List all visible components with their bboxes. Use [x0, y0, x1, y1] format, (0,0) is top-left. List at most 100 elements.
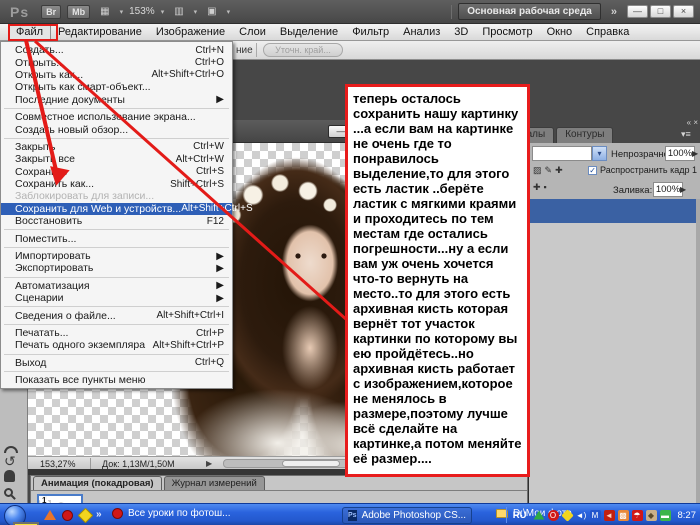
file-menu-item[interactable]: Печать одного экземпляра Alt+Shift+Ctrl+P [1, 339, 232, 351]
menu-separator [4, 306, 229, 308]
blend-mode-select[interactable] [532, 146, 592, 161]
tab-Контуры[interactable]: Контуры [556, 127, 614, 143]
red-circle-icon [62, 510, 73, 521]
file-menu-item[interactable]: Экспортировать ▶ [1, 262, 232, 274]
file-menu-item[interactable]: Создать... Ctrl+N [1, 44, 232, 56]
horn-tray-icon[interactable]: ◄ [603, 509, 615, 521]
menu-separator [4, 246, 229, 248]
lock-all-icon[interactable]: ▪ [544, 182, 547, 193]
quicklaunch-fire-icon[interactable] [44, 510, 56, 522]
file-menu-item[interactable]: Сохранить Ctrl+S [1, 166, 232, 178]
task-lessons[interactable]: Все уроки по фотош... [112, 508, 230, 519]
task-photoshop[interactable]: Ps Adobe Photoshop CS... [342, 507, 472, 524]
menu-item-Справка[interactable]: Справка [579, 25, 636, 39]
file-menu-item[interactable]: Печатать... Ctrl+P [1, 327, 232, 339]
arrange-documents-icon[interactable]: ▥ [170, 4, 187, 19]
quicklaunch-opera-icon[interactable] [62, 510, 74, 522]
diamond-tray-icon[interactable] [560, 508, 574, 522]
bridge-button[interactable]: Br [41, 4, 62, 19]
opera-tray-icon[interactable]: O [547, 509, 559, 521]
layers-list-area[interactable] [529, 223, 697, 525]
file-menu-item[interactable]: Открыть... Ctrl+O [1, 56, 232, 69]
graphics-tray-icon[interactable] [533, 510, 544, 519]
fill-value[interactable]: 100% [653, 182, 683, 197]
menu-item-Редактирование[interactable]: Редактирование [51, 25, 149, 39]
workspace-button[interactable]: Основная рабочая среда [458, 3, 601, 20]
status-tray-icon[interactable]: ▬ [659, 509, 671, 521]
file-menu-item[interactable]: Закрыть Ctrl+W [1, 141, 232, 153]
fill-slider-arrow[interactable]: ▶ [680, 185, 686, 194]
menu-item-Выделение[interactable]: Выделение [273, 25, 345, 39]
photo-tray-icon[interactable]: ▩ [617, 509, 629, 521]
file-menu-item[interactable]: Автоматизация ▶ [1, 280, 232, 292]
file-menu-item[interactable]: Показать все пункты меню [1, 374, 232, 386]
screen-mode-dropdown-icon[interactable]: ▾ [227, 8, 231, 16]
dock-header-icons: « × [658, 119, 698, 127]
file-menu-item[interactable]: Сохранить для Web и устройств... Alt+Shif… [1, 202, 253, 216]
workspace-overflow-chevron[interactable]: » [611, 6, 617, 18]
move-lock-icon[interactable]: ✚ [533, 182, 541, 193]
menu-shortcut: Ctrl+S [195, 166, 224, 178]
avira-tray-icon[interactable]: ☂ [631, 509, 643, 521]
quicklaunch-diamond-icon[interactable] [77, 507, 94, 524]
menu-item-Окно[interactable]: Окно [540, 25, 580, 39]
hand-tool-icon[interactable] [4, 470, 15, 482]
screen-mode-icon[interactable]: ▣ [203, 4, 220, 19]
language-indicator[interactable]: RU [513, 510, 527, 521]
layers-scrollbar[interactable] [696, 199, 700, 525]
view-extras-icon[interactable]: ▦ [96, 4, 113, 19]
restore-button[interactable]: □ [650, 5, 671, 18]
opacity-value[interactable]: 100% [665, 146, 695, 161]
lock-transparency-icon[interactable]: ▨ [533, 165, 542, 176]
animation-panel-tabs: Анимация (покадровая) Журнал измерений [33, 476, 265, 491]
arrange-dropdown-icon[interactable]: ▾ [194, 8, 198, 16]
volume-tray-icon[interactable]: ◄) [576, 510, 587, 521]
mini-bridge-button[interactable]: Mb [67, 4, 91, 19]
menu-item-Анализ[interactable]: Анализ [396, 25, 447, 39]
menu-shortcut: Alt+Ctrl+W [175, 153, 224, 165]
menu-item-Просмотр[interactable]: Просмотр [475, 25, 539, 39]
lock-pixels-icon[interactable]: ✎ [545, 165, 553, 176]
refine-edge-button[interactable]: Уточн. край... [263, 43, 343, 57]
file-menu-item[interactable]: Восстановить F12 [1, 215, 232, 227]
minimize-button[interactable]: — [627, 5, 648, 18]
tab-Журнал измерений[interactable]: Журнал измерений [163, 476, 265, 491]
menu-item-Фильтр[interactable]: Фильтр [345, 25, 396, 39]
dock-collapse-icon[interactable]: « [687, 118, 691, 127]
quicklaunch-chevron[interactable]: » [96, 509, 102, 520]
file-menu-item[interactable]: Импортировать ▶ [1, 250, 232, 262]
file-menu-item[interactable]: Поместить... [1, 232, 232, 245]
scrollbar-thumb[interactable] [282, 460, 340, 467]
ps-logo: Ps [10, 3, 30, 20]
file-menu-item[interactable]: Последние документы ▶ [1, 94, 232, 106]
statusbar-zoom-value[interactable]: 153,27% [40, 459, 76, 469]
zoom-dropdown-icon[interactable]: ▾ [161, 8, 165, 16]
close-button[interactable]: × [673, 5, 694, 18]
zoom-level-value[interactable]: 153% [129, 6, 155, 17]
lasso-tool-icon[interactable] [4, 446, 18, 453]
palette-tray-icon[interactable]: ◆ [645, 509, 657, 521]
menu-item-Слои[interactable]: Слои [232, 25, 273, 39]
menu-shortcut: Alt+Shift+Ctrl+P [152, 339, 224, 351]
panel-menu-icon[interactable]: ▾≡ [681, 129, 691, 140]
file-menu-item[interactable]: Закрыть все Alt+Ctrl+W [1, 153, 232, 165]
view-extras-dropdown-icon[interactable]: ▾ [120, 8, 124, 16]
file-menu-item[interactable]: Создать новый обзор... [1, 123, 232, 136]
tab-Анимация (покадровая)[interactable]: Анимация (покадровая) [33, 476, 162, 491]
dock-close-icon[interactable]: × [693, 118, 698, 127]
file-menu-item[interactable]: Сценарии ▶ [1, 292, 232, 304]
file-menu-item[interactable]: Выход Ctrl+Q [1, 357, 232, 369]
file-menu-item[interactable]: Сведения о файле... Alt+Shift+Ctrl+I [1, 309, 232, 322]
statusbar-menu-arrow[interactable]: ▶ [206, 459, 212, 468]
menu-item-3D[interactable]: 3D [447, 25, 475, 39]
blend-mode-dropdown-icon[interactable]: ▾ [592, 146, 607, 161]
menu-item-Изображение[interactable]: Изображение [149, 25, 232, 39]
opacity-slider-arrow[interactable]: ▶ [692, 149, 698, 158]
rotate-view-tool-icon[interactable]: ↺ [4, 453, 16, 470]
selected-layer-row[interactable] [529, 199, 697, 223]
messenger-tray-icon[interactable]: M [589, 509, 601, 521]
submenu-arrow-icon: ▶ [216, 94, 224, 106]
propagate-checkbox[interactable]: ✓ [588, 165, 598, 175]
lock-position-icon[interactable]: ✚ [555, 165, 563, 176]
zoom-tool-icon[interactable] [4, 488, 13, 497]
